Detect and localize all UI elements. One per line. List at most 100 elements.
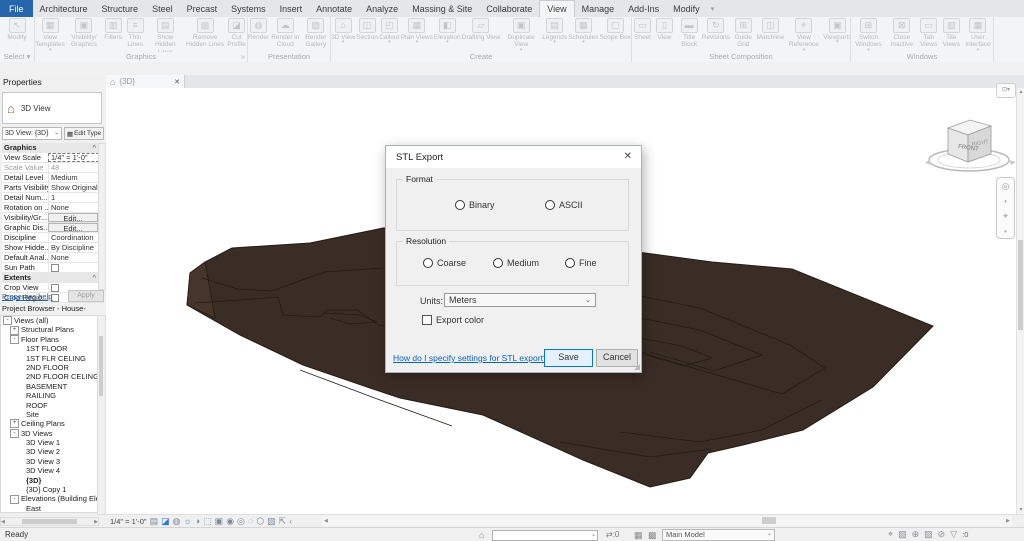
ribbon-button[interactable]: ◫ Section▾ xyxy=(356,18,378,41)
ribbon-button[interactable]: ⊠ Close Inactive▾ xyxy=(887,18,917,49)
tree-expand-icon[interactable] xyxy=(17,383,24,390)
navigation-bar[interactable]: ◎ ▾ ⌖ ▾ xyxy=(996,177,1015,239)
ribbon-tab[interactable]: Precast xyxy=(180,0,225,17)
property-row[interactable]: Default Anal...None xyxy=(2,253,104,263)
properties-help-link[interactable]: Properties help xyxy=(2,292,52,301)
close-view-icon[interactable]: ✕ xyxy=(174,78,180,86)
shadows-icon[interactable]: ◑ xyxy=(195,515,200,527)
tree-item[interactable]: 2ND FLOOR CELING xyxy=(1,372,98,381)
tree-item[interactable]: 3D View 2 xyxy=(1,447,98,456)
viewcube[interactable]: FRONT RIGHT xyxy=(924,108,1020,180)
vcb-collapse-icon[interactable]: ‹ xyxy=(289,517,292,526)
tree-expand-icon[interactable]: - xyxy=(10,335,19,344)
tree-expand-icon[interactable] xyxy=(17,467,24,474)
tree-item[interactable]: 2ND FLOOR xyxy=(1,363,98,372)
ribbon-button[interactable]: ▦ Plan Views▾ xyxy=(401,18,433,44)
ribbon-tab[interactable]: Analyze xyxy=(359,0,405,17)
tree-expand-icon[interactable] xyxy=(17,402,24,409)
tree-expand-icon[interactable] xyxy=(17,458,24,465)
select-pinned-icon[interactable]: ⊕ xyxy=(912,529,920,540)
units-combobox[interactable]: Meters⌄ xyxy=(444,293,596,307)
property-row[interactable]: Extents^ xyxy=(2,273,104,283)
ribbon-button[interactable]: ☁ Render in Cloud▾ xyxy=(270,18,301,49)
ribbon-button[interactable]: ▤ Show Hidden Lines▾ xyxy=(147,18,184,52)
property-row[interactable]: Visibility/Gr...Edit... xyxy=(2,213,104,223)
tree-item[interactable]: ROOF xyxy=(1,401,98,410)
cancel-button[interactable]: Cancel xyxy=(596,349,638,367)
reveal-hidden-elements-icon[interactable]: ◌ xyxy=(248,515,253,527)
export-color-checkbox[interactable]: Export color xyxy=(422,315,484,325)
tree-expand-icon[interactable]: - xyxy=(10,495,19,504)
ribbon-button[interactable]: ◫ Matchline▾ xyxy=(758,18,783,41)
property-row[interactable]: DisciplineCoordination xyxy=(2,233,104,243)
property-row[interactable]: Graphic Dis...Edit... xyxy=(2,223,104,233)
ribbon-button[interactable]: ▬ Title Block▾ xyxy=(676,18,702,49)
ribbon-button[interactable]: ▣ Visibility/ Graphics▾ xyxy=(66,18,101,49)
selection-filter-icon[interactable]: ▽ xyxy=(950,529,957,540)
dialog-title-bar[interactable]: STL Export ✕ xyxy=(386,146,641,168)
design-option-combobox[interactable]: Main Model⌄ xyxy=(662,529,775,541)
ribbon-button[interactable]: ⌂ 3D View▾ xyxy=(331,18,355,44)
scroll-right-icon[interactable]: ▶ xyxy=(94,519,98,525)
ribbon-tab[interactable]: Structure xyxy=(95,0,146,17)
tree-expand-icon[interactable] xyxy=(17,392,24,399)
ribbon-button[interactable]: ▣ Viewports▾ xyxy=(825,18,850,44)
ribbon-button[interactable]: ◪ Cut Profile▾ xyxy=(226,18,247,49)
design-options-icon[interactable]: ▩ xyxy=(648,530,657,541)
scroll-left-icon[interactable]: ◀ xyxy=(1,519,5,525)
radio-medium[interactable]: Medium xyxy=(493,258,539,268)
ribbon-tab[interactable]: Add-Ins xyxy=(621,0,666,17)
ribbon-button[interactable]: ▭ Sheet▾ xyxy=(632,18,653,41)
ribbon-button[interactable]: ▨ Render Gallery▾ xyxy=(302,18,330,49)
tree-item[interactable]: East xyxy=(1,504,98,513)
radio-fine[interactable]: Fine xyxy=(565,258,597,268)
tree-expand-icon[interactable] xyxy=(17,345,24,352)
radio-ascii[interactable]: ASCII xyxy=(545,200,583,210)
project-browser-header[interactable]: Project Browser - House-Cleaned xyxy=(0,303,108,315)
render-dialog-icon[interactable]: ◍ xyxy=(173,515,181,527)
ribbon-tab[interactable]: Architecture xyxy=(33,0,95,17)
select-by-face-icon[interactable]: ▨ xyxy=(924,529,933,540)
save-button[interactable]: Save xyxy=(544,349,593,367)
lock-3d-view-icon[interactable]: ◉ xyxy=(226,515,234,527)
ribbon-button[interactable]: ↻ Revisions▾ xyxy=(703,18,728,41)
ribbon-tab[interactable]: Modify xyxy=(666,0,707,17)
tree-expand-icon[interactable]: - xyxy=(3,316,12,325)
select-underlay-icon[interactable]: ▧ xyxy=(898,529,907,540)
tree-item[interactable]: 1ST FLR CELING xyxy=(1,354,98,363)
ribbon-button[interactable]: ▣ Duplicate View▾ xyxy=(501,18,541,52)
edit-type-button[interactable]: ▦ Edit Type xyxy=(64,127,104,140)
tree-expand-icon[interactable] xyxy=(17,505,24,512)
tree-item[interactable]: RAILING xyxy=(1,391,98,400)
ribbon-button[interactable]: ▱ Drafting View▾ xyxy=(462,18,501,41)
ribbon-button[interactable]: ⊞ Guide Grid▾ xyxy=(729,18,757,49)
ribbon-button[interactable]: ▭ Tab Views▾ xyxy=(918,18,940,49)
tree-expand-icon[interactable]: - xyxy=(10,429,19,438)
stl-help-link[interactable]: How do I specify settings for STL export… xyxy=(393,353,548,363)
property-row[interactable]: Detail Num...1 xyxy=(2,193,104,203)
ribbon-button[interactable]: ↖ Modify▾ xyxy=(7,18,28,41)
properties-scrollbar[interactable] xyxy=(98,143,106,290)
ribbon-tab[interactable]: View xyxy=(539,0,574,17)
steering-wheel-icon[interactable]: ◎ xyxy=(1002,181,1010,192)
panel-label[interactable]: Select ▾ xyxy=(0,52,34,62)
tree-expand-icon[interactable] xyxy=(17,449,24,456)
tree-item[interactable]: - Views (all) xyxy=(1,316,98,325)
tree-item[interactable]: - Floor Plans xyxy=(1,335,98,344)
qat-overflow-icon[interactable]: ▾ xyxy=(707,0,719,17)
ribbon-tab[interactable]: Massing & Site xyxy=(405,0,479,17)
zoom-icon[interactable]: ⌖ xyxy=(1003,211,1008,222)
tree-expand-icon[interactable] xyxy=(17,364,24,371)
ribbon-button[interactable]: ◍ Render▾ xyxy=(248,18,269,41)
property-row[interactable]: Sun Path xyxy=(2,263,104,273)
view-type-combobox[interactable]: 3D View: {3D}⌄ xyxy=(2,127,62,140)
resize-grip-icon[interactable]: ◢ xyxy=(634,362,640,371)
tree-item[interactable]: 1ST FLOOR xyxy=(1,344,98,353)
displaced-elements-icon[interactable]: ⇱ xyxy=(279,515,287,527)
ribbon-button[interactable]: ▯ View▾ xyxy=(654,18,675,41)
show-crop-region-icon[interactable]: ▣ xyxy=(215,515,224,527)
tree-expand-icon[interactable] xyxy=(17,411,24,418)
radio-binary[interactable]: Binary xyxy=(455,200,495,210)
tree-item[interactable]: {3D} Copy 1 xyxy=(1,485,98,494)
ribbon-button[interactable]: ◰ Callout▾ xyxy=(379,18,400,44)
